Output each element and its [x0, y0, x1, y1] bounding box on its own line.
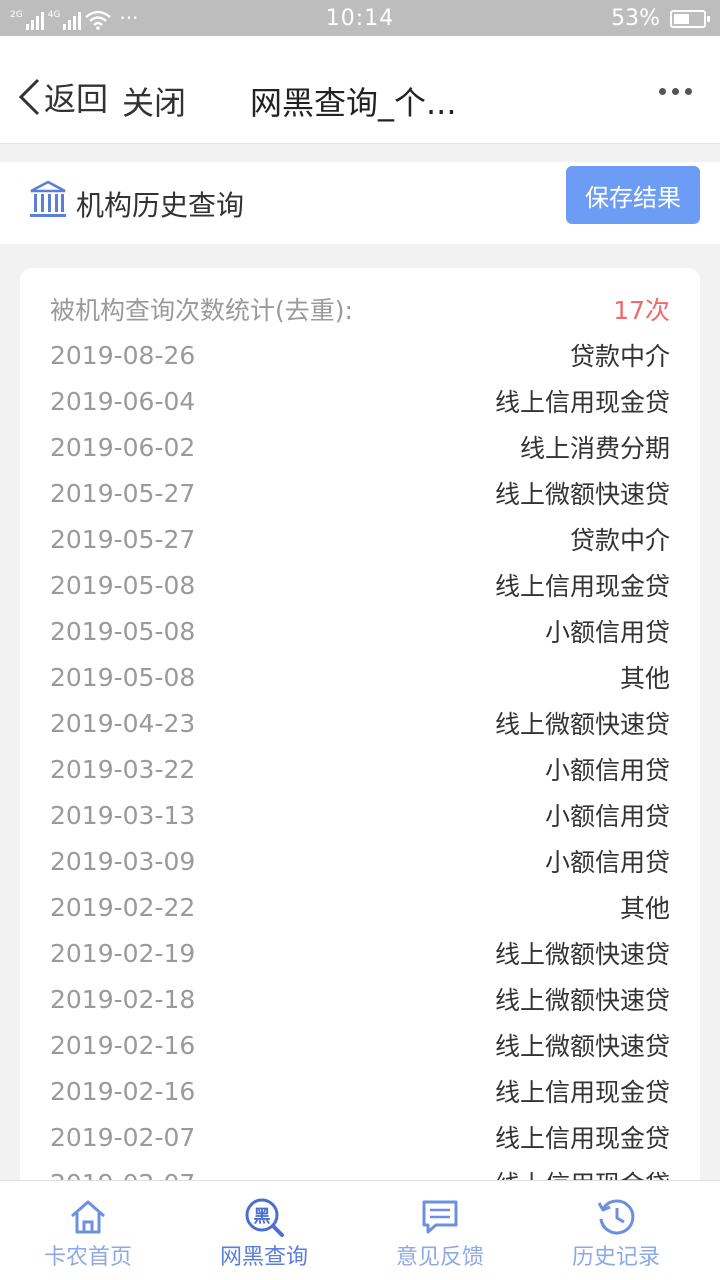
record-row: 2019-06-02 线上消费分期 — [50, 424, 670, 470]
record-row: 2019-08-26 贷款中介 — [50, 332, 670, 378]
record-date: 2019-06-02 — [50, 432, 196, 462]
record-type: 线上信用现金贷 — [494, 388, 670, 417]
more-dot — [685, 88, 692, 95]
record-row: 2019-05-08 小额信用贷 — [50, 608, 670, 654]
record-type: 线上微额快速贷 — [494, 1032, 670, 1061]
more-dot — [672, 88, 679, 95]
record-type: 线上信用现金贷 — [494, 1078, 670, 1107]
record-date: 2019-05-08 — [50, 616, 196, 646]
back-button[interactable]: 返回 — [16, 74, 108, 120]
record-type: 小额信用贷 — [544, 618, 670, 647]
record-date: 2019-03-09 — [50, 846, 196, 876]
record-row: 2019-03-13 小额信用贷 — [50, 792, 670, 838]
more-dot — [659, 88, 666, 95]
close-button[interactable]: 关闭 — [122, 78, 186, 124]
record-type: 线上微额快速贷 — [494, 710, 670, 739]
record-row: 2019-05-08 其他 — [50, 654, 670, 700]
status-right: 53% — [611, 6, 710, 31]
record-date: 2019-03-13 — [50, 800, 196, 830]
record-type: 贷款中介 — [569, 342, 670, 371]
record-date: 2019-08-26 — [50, 340, 196, 370]
blacklist-search-icon: 黑 — [245, 1198, 284, 1237]
record-type: 小额信用贷 — [544, 848, 670, 877]
section-header: 机构历史查询 保存结果 — [0, 162, 720, 244]
tab-bar: 卡农首页 黑 网黑查询 意见反馈 历史记录 — [0, 1180, 720, 1280]
record-type: 其他 — [619, 664, 670, 693]
tab-history[interactable]: 历史记录 — [528, 1181, 704, 1280]
record-date: 2019-02-07 — [50, 1122, 196, 1152]
summary-label: 被机构查询次数统计(去重): — [50, 296, 353, 325]
page-title: 网黑查询_个... — [250, 84, 457, 122]
record-date: 2019-02-16 — [50, 1076, 196, 1106]
section-title: 机构历史查询 — [76, 189, 245, 222]
record-date: 2019-05-27 — [50, 478, 196, 508]
record-date: 2019-02-19 — [50, 938, 196, 968]
record-row: 2019-02-07 线上信用现金贷 — [50, 1114, 670, 1160]
institution-icon — [30, 180, 66, 217]
record-date: 2019-05-08 — [50, 570, 196, 600]
battery-icon — [670, 9, 710, 28]
record-type: 线上微额快速贷 — [494, 986, 670, 1015]
record-row: 2019-02-18 线上微额快速贷 — [50, 976, 670, 1022]
summary-row: 被机构查询次数统计(去重): 17次 — [50, 286, 670, 332]
record-row: 2019-06-04 线上信用现金贷 — [50, 378, 670, 424]
tab-home[interactable]: 卡农首页 — [0, 1181, 176, 1280]
record-row: 2019-04-23 线上微额快速贷 — [50, 700, 670, 746]
home-icon — [71, 1200, 105, 1234]
record-type: 线上微额快速贷 — [494, 940, 670, 969]
save-result-button[interactable]: 保存结果 — [566, 166, 700, 224]
nav-bar: 返回 关闭 网黑查询_个... — [0, 36, 720, 144]
feedback-icon — [422, 1200, 458, 1234]
record-row: 2019-05-27 贷款中介 — [50, 516, 670, 562]
query-history-card: 被机构查询次数统计(去重): 17次 2019-08-26 贷款中介 2019-06… — [20, 268, 700, 1188]
record-row: 2019-05-08 线上信用现金贷 — [50, 562, 670, 608]
record-row: 2019-02-19 线上微额快速贷 — [50, 930, 670, 976]
tab-label: 网黑查询 — [219, 1245, 308, 1270]
tab-feedback[interactable]: 意见反馈 — [352, 1181, 528, 1280]
record-type: 线上微额快速贷 — [494, 480, 670, 509]
tab-label: 历史记录 — [571, 1245, 660, 1270]
record-date: 2019-02-22 — [50, 892, 196, 922]
tab-label: 意见反馈 — [395, 1245, 484, 1270]
tab-blacklist-search[interactable]: 黑 网黑查询 — [176, 1181, 352, 1280]
record-row: 2019-03-22 小额信用贷 — [50, 746, 670, 792]
record-type: 小额信用贷 — [544, 756, 670, 785]
record-row: 2019-02-16 线上微额快速贷 — [50, 1022, 670, 1068]
svg-text:黑: 黑 — [254, 1207, 271, 1227]
tab-label: 卡农首页 — [43, 1245, 132, 1270]
record-row: 2019-05-27 线上微额快速贷 — [50, 470, 670, 516]
record-date: 2019-03-22 — [50, 754, 196, 784]
record-date: 2019-04-23 — [50, 708, 196, 738]
record-row: 2019-02-22 其他 — [50, 884, 670, 930]
record-date: 2019-06-04 — [50, 386, 196, 416]
record-type: 线上信用现金贷 — [494, 572, 670, 601]
chevron-left-icon — [18, 78, 40, 116]
record-date: 2019-05-08 — [50, 662, 196, 692]
record-row: 2019-02-16 线上信用现金贷 — [50, 1068, 670, 1114]
back-label: 返回 — [44, 80, 109, 118]
record-type: 小额信用贷 — [544, 802, 670, 831]
history-icon — [597, 1199, 635, 1235]
record-type: 贷款中介 — [569, 526, 670, 555]
query-count: 17次 — [613, 296, 670, 325]
status-bar: 2G 4G ··· 10:14 53% — [0, 0, 720, 36]
record-date: 2019-05-27 — [50, 524, 196, 554]
battery-percent: 53% — [611, 6, 660, 31]
record-type: 其他 — [619, 894, 670, 923]
record-date: 2019-02-18 — [50, 984, 196, 1014]
record-row: 2019-03-09 小额信用贷 — [50, 838, 670, 884]
more-menu-button[interactable] — [659, 88, 692, 95]
record-date: 2019-02-16 — [50, 1030, 196, 1060]
record-type: 线上信用现金贷 — [494, 1124, 670, 1153]
record-type: 线上消费分期 — [519, 434, 670, 463]
